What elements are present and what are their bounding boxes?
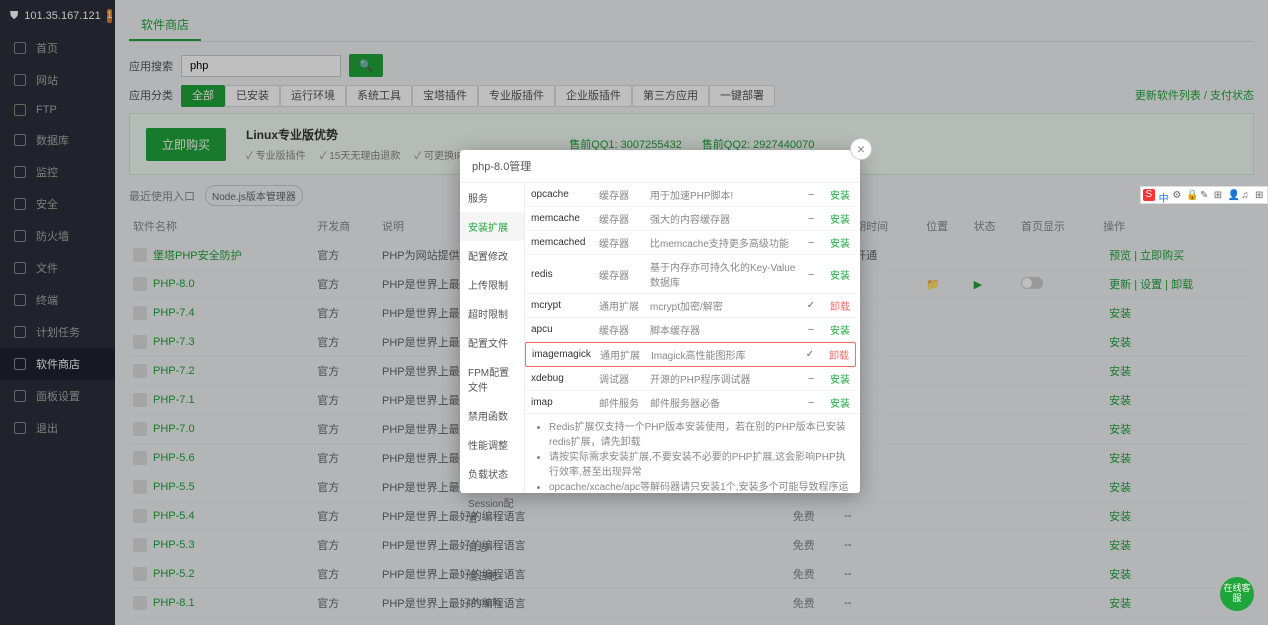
modal-nav-item[interactable]: 禁用函数 [460, 401, 524, 430]
ime-toolbar[interactable]: S 中⚙🔒✎⊞👤♫⊞ [1140, 186, 1268, 204]
status-icon: – [804, 324, 818, 335]
status-icon: – [804, 189, 818, 200]
modal-nav-item[interactable]: 慢日志 [460, 561, 524, 590]
modal-nav: 服务安装扩展配置修改上传限制超时限制配置文件FPM配置文件禁用函数性能调整负载状… [460, 183, 525, 493]
status-icon: – [804, 237, 818, 248]
extension-row: xdebug调试器开源的PHP程序调试器–安装 [525, 367, 856, 391]
php-manage-modal: php-8.0管理 × 服务安装扩展配置修改上传限制超时限制配置文件FPM配置文… [460, 150, 860, 493]
extension-row: opcache缓存器用于加速PHP脚本!–安装 [525, 183, 856, 207]
close-icon[interactable]: × [850, 138, 872, 160]
extension-row: mcrypt通用扩展mcrypt加密/解密✓卸载 [525, 294, 856, 318]
extension-list: opcache缓存器用于加速PHP脚本!–安装memcache缓存器强大的内容缓… [525, 183, 860, 413]
modal-nav-item[interactable]: 配置文件 [460, 328, 524, 357]
modal-nav-item[interactable]: 负载状态 [460, 459, 524, 488]
ext-action[interactable]: 安装 [824, 187, 850, 202]
status-icon: – [804, 213, 818, 224]
extension-row: apcu缓存器脚本缓存器–安装 [525, 318, 856, 342]
modal-title: php-8.0管理 [472, 161, 531, 173]
extension-row: memcache缓存器强大的内容缓存器–安装 [525, 207, 856, 231]
status-icon: – [804, 373, 818, 384]
status-icon: – [804, 269, 818, 280]
modal-nav-item[interactable]: FPM配置文件 [460, 357, 524, 401]
extension-row: imagemagick通用扩展Imagick高性能图形库✓卸载 [525, 342, 856, 367]
status-icon: ✓ [803, 349, 817, 360]
ext-action[interactable]: 安装 [824, 371, 850, 386]
ext-action[interactable]: 安装 [824, 322, 850, 337]
extension-row: redis缓存器基于内存亦可持久化的Key-Value数据库–安装 [525, 255, 856, 294]
status-icon: ✓ [804, 300, 818, 311]
modal-nav-item[interactable]: Session配置 [460, 488, 524, 532]
extension-row: memcached缓存器比memcache支持更多高级功能–安装 [525, 231, 856, 255]
modal-nav-item[interactable]: 安装扩展 [460, 212, 524, 241]
modal-nav-item[interactable]: 服务 [460, 183, 524, 212]
modal-nav-item[interactable]: phpinfo [460, 590, 524, 615]
ext-action[interactable]: 安装 [824, 235, 850, 250]
modal-nav-item[interactable]: 上传限制 [460, 270, 524, 299]
modal-nav-item[interactable]: 日志 [460, 532, 524, 561]
ext-action[interactable]: 安装 [824, 267, 850, 282]
ext-action[interactable]: 安装 [824, 211, 850, 226]
modal-nav-item[interactable]: 性能调整 [460, 430, 524, 459]
ext-action[interactable]: 卸载 [824, 298, 850, 313]
modal-nav-item[interactable]: 配置修改 [460, 241, 524, 270]
ext-action[interactable]: 安装 [824, 395, 850, 410]
extension-row: imap邮件服务邮件服务器必备–安装 [525, 391, 856, 413]
status-icon: – [804, 397, 818, 408]
modal-tips: Redis扩展仅支持一个PHP版本安装使用，若在别的PHP版本已安装redis扩… [525, 413, 860, 493]
support-button[interactable]: 在线客服 [1220, 577, 1254, 611]
modal-nav-item[interactable]: 超时限制 [460, 299, 524, 328]
ext-action[interactable]: 卸载 [823, 347, 849, 362]
